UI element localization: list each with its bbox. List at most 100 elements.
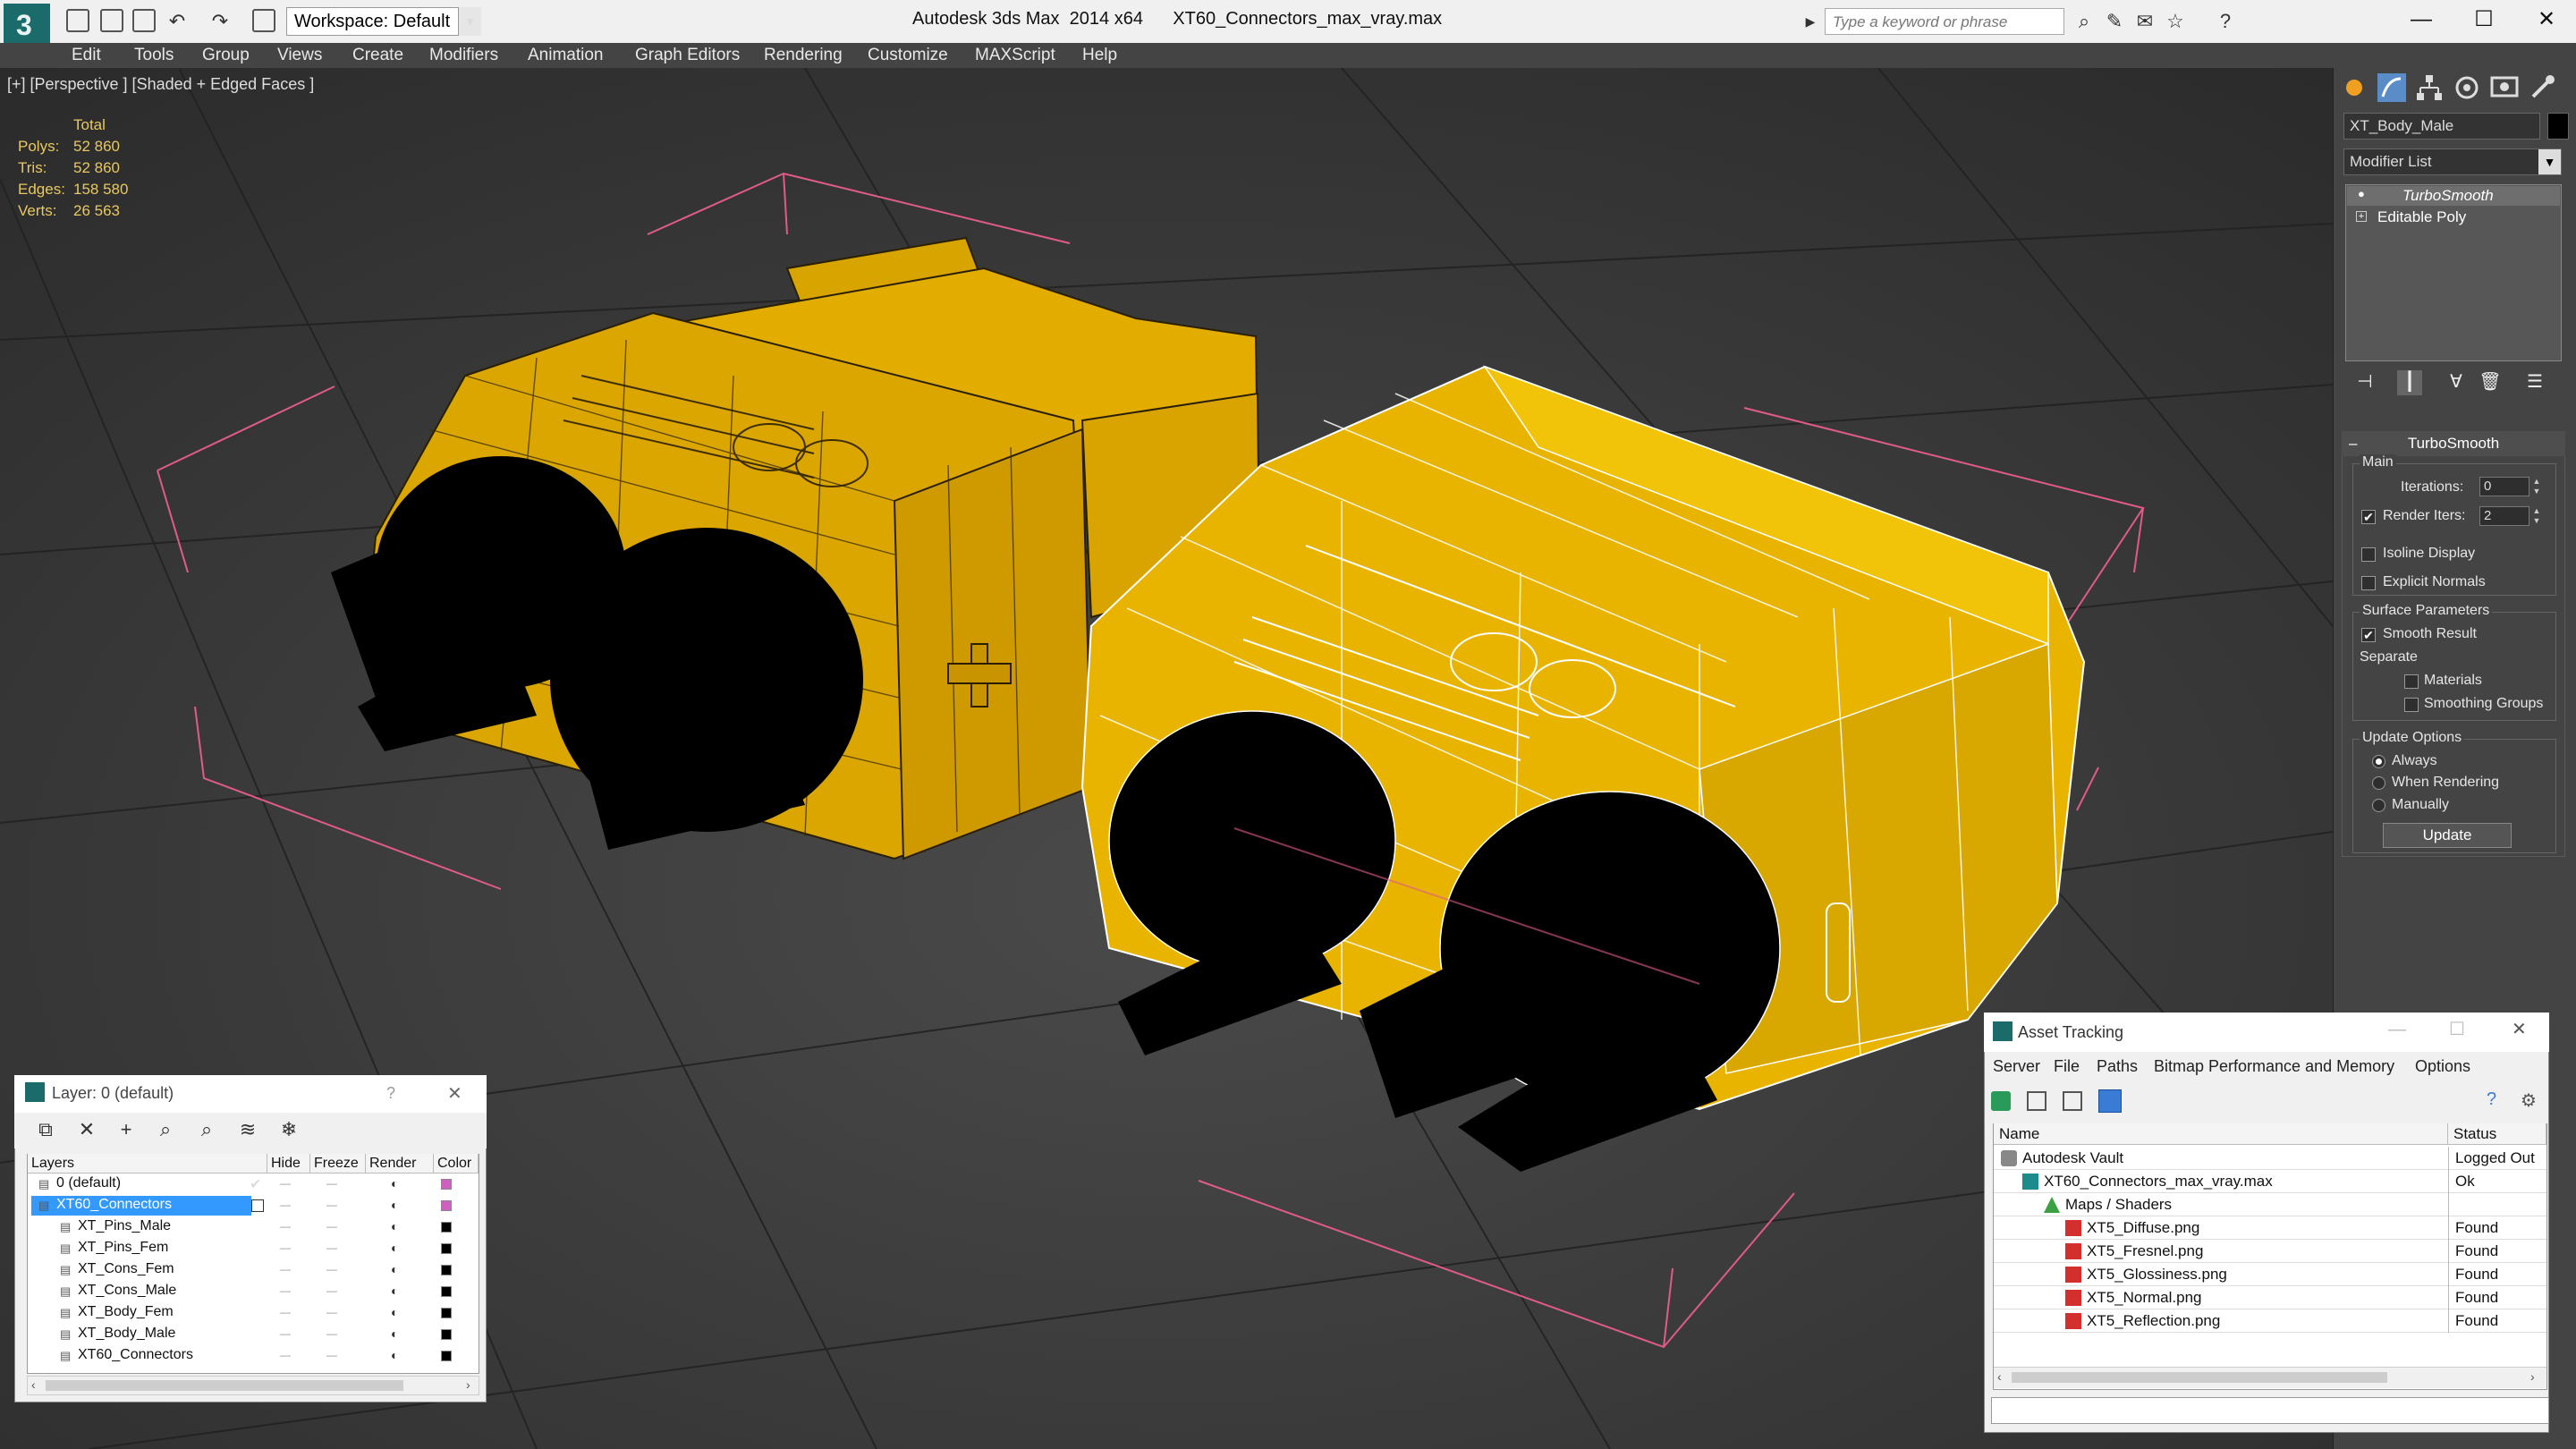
- freeze-all-icon[interactable]: ❄: [277, 1118, 301, 1141]
- menu-rendering[interactable]: Rendering: [764, 43, 843, 68]
- layer-row[interactable]: ▤ XT_Pins_Fem — — ◐: [28, 1238, 479, 1259]
- close-icon[interactable]: ✕: [447, 1082, 462, 1105]
- explicit-normals-checkbox[interactable]: [2361, 576, 2376, 590]
- layer-row[interactable]: ▤ XT60_Connectors — — ◐: [28, 1345, 479, 1367]
- layer-color-swatch[interactable]: [441, 1179, 452, 1190]
- select-objects-icon[interactable]: ⌕: [154, 1118, 177, 1141]
- freeze-toggle[interactable]: —: [326, 1177, 337, 1190]
- always-radio[interactable]: [2372, 755, 2385, 768]
- menu-customize[interactable]: Customize: [868, 43, 948, 68]
- layer-color-swatch[interactable]: [441, 1308, 452, 1318]
- motion-tab-icon[interactable]: [2451, 72, 2483, 104]
- workspace-dropdown[interactable]: Workspace: Default: [286, 7, 481, 36]
- utilities-tab-icon[interactable]: [2526, 72, 2558, 104]
- freeze-toggle[interactable]: —: [326, 1199, 337, 1211]
- smoothing-groups-checkbox[interactable]: [2404, 698, 2419, 712]
- layer-color-swatch[interactable]: [441, 1351, 452, 1361]
- configure-modifier-sets-icon[interactable]: ☰: [2522, 370, 2547, 395]
- render-teapot-icon[interactable]: ◐: [391, 1326, 398, 1341]
- settings-icon[interactable]: ⚙: [2521, 1089, 2537, 1112]
- render-teapot-icon[interactable]: ◐: [391, 1176, 398, 1191]
- menu-help[interactable]: Help: [1082, 43, 1117, 68]
- minimize-button[interactable]: —: [2390, 2, 2453, 38]
- expand-icon[interactable]: +: [2356, 211, 2367, 222]
- communication-icon[interactable]: ✉: [2132, 9, 2157, 34]
- chevron-down-icon[interactable]: ▼: [2538, 149, 2561, 174]
- render-teapot-icon[interactable]: ◐: [391, 1284, 398, 1298]
- menu-modifiers[interactable]: Modifiers: [429, 43, 498, 68]
- manually-radio[interactable]: [2372, 799, 2385, 812]
- hide-toggle[interactable]: —: [280, 1263, 291, 1275]
- menu-maxscript[interactable]: MAXScript: [975, 43, 1055, 68]
- menu-animation[interactable]: Animation: [528, 43, 604, 68]
- asset-menu-bitmap-performance[interactable]: Bitmap Performance and Memory: [2154, 1057, 2394, 1076]
- undo-icon[interactable]: ↶: [165, 9, 190, 34]
- help-icon[interactable]: ?: [386, 1084, 395, 1103]
- asset-row[interactable]: XT60_Connectors_max_vray.max Ok: [1994, 1170, 2546, 1193]
- asset-row[interactable]: XT5_Diffuse.png Found: [1994, 1216, 2546, 1240]
- hide-toggle[interactable]: —: [280, 1220, 291, 1233]
- refresh-icon[interactable]: [1991, 1091, 2011, 1111]
- column-header-freeze[interactable]: Freeze: [310, 1154, 366, 1174]
- modifier-list-dropdown[interactable]: Modifier List: [2343, 148, 2562, 175]
- render-teapot-icon[interactable]: ◐: [391, 1219, 398, 1233]
- smooth-result-checkbox[interactable]: ✔: [2361, 628, 2376, 642]
- delete-layer-icon[interactable]: ✕: [75, 1118, 98, 1141]
- asset-menu-file[interactable]: File: [2054, 1057, 2080, 1076]
- layer-color-swatch[interactable]: [441, 1265, 452, 1275]
- hide-toggle[interactable]: —: [280, 1177, 291, 1190]
- modify-tab-icon[interactable]: [2376, 72, 2408, 104]
- maximize-icon[interactable]: ☐: [2449, 1018, 2465, 1040]
- layer-color-swatch[interactable]: [441, 1243, 452, 1254]
- object-color-swatch[interactable]: [2547, 113, 2569, 140]
- lightbulb-icon[interactable]: ●: [2358, 187, 2365, 200]
- render-teapot-icon[interactable]: ◐: [391, 1305, 398, 1319]
- chevron-down-icon[interactable]: ▼: [458, 7, 481, 36]
- search-expand-icon[interactable]: ▶: [1798, 9, 1823, 34]
- layer-row[interactable]: ▤ XT_Pins_Male — — ◐: [28, 1216, 479, 1238]
- freeze-toggle[interactable]: —: [326, 1349, 337, 1361]
- asset-row[interactable]: XT5_Normal.png Found: [1994, 1286, 2546, 1309]
- menu-group[interactable]: Group: [202, 43, 250, 68]
- add-to-layer-icon[interactable]: +: [114, 1118, 138, 1141]
- close-icon[interactable]: ✕: [2512, 1018, 2527, 1040]
- when-rendering-radio[interactable]: [2372, 776, 2385, 790]
- layer-color-swatch[interactable]: [441, 1222, 452, 1233]
- menu-graph-editors[interactable]: Graph Editors: [635, 43, 740, 68]
- column-header-color[interactable]: Color: [434, 1154, 479, 1174]
- asset-row[interactable]: Autodesk Vault Logged Out: [1994, 1147, 2546, 1170]
- help-icon[interactable]: ?: [2213, 9, 2238, 34]
- asset-menu-paths[interactable]: Paths: [2097, 1057, 2138, 1076]
- layer-row[interactable]: ▤ 0 (default) ✔ — — ◐: [28, 1174, 479, 1195]
- render-iters-spinner[interactable]: 2: [2479, 506, 2529, 526]
- column-header-hide[interactable]: Hide: [267, 1154, 310, 1174]
- viewport-label[interactable]: [+] [Perspective ] [Shaded + Edged Faces…: [7, 75, 314, 94]
- save-file-icon[interactable]: [132, 9, 156, 32]
- show-end-result-icon[interactable]: ┃: [2397, 370, 2422, 395]
- layer-row[interactable]: ▤ XT_Body_Male — — ◐: [28, 1324, 479, 1345]
- asset-menu-options[interactable]: Options: [2415, 1057, 2470, 1076]
- make-unique-icon[interactable]: ∀: [2444, 370, 2469, 395]
- freeze-toggle[interactable]: —: [326, 1306, 337, 1318]
- object-name-field[interactable]: XT_Body_Male: [2343, 113, 2540, 140]
- horizontal-scrollbar[interactable]: ‹ ›: [27, 1376, 479, 1395]
- asset-row[interactable]: Maps / Shaders: [1994, 1193, 2546, 1216]
- layer-row[interactable]: ▤ XT_Cons_Male — — ◐: [28, 1281, 479, 1302]
- layer-row[interactable]: ▤ XT_Cons_Fem — — ◐: [28, 1259, 479, 1281]
- asset-row[interactable]: XT5_Reflection.png Found: [1994, 1309, 2546, 1333]
- column-header-status[interactable]: Status: [2448, 1123, 2546, 1145]
- column-header-name[interactable]: Name: [1994, 1123, 2448, 1145]
- hide-toggle[interactable]: —: [280, 1199, 291, 1211]
- stack-item-turbosmooth[interactable]: ● TurboSmooth: [2347, 186, 2560, 206]
- render-iters-checkbox[interactable]: ✔: [2361, 510, 2376, 524]
- project-folder-icon[interactable]: [252, 9, 275, 32]
- binoculars-icon[interactable]: ⌕: [2072, 9, 2097, 34]
- help-icon[interactable]: ?: [2487, 1089, 2496, 1110]
- create-layer-icon[interactable]: ⧉: [34, 1118, 57, 1141]
- hide-toggle[interactable]: —: [280, 1327, 291, 1340]
- open-file-icon[interactable]: [100, 9, 123, 32]
- maximize-button[interactable]: ☐: [2453, 2, 2515, 38]
- render-teapot-icon[interactable]: ◐: [391, 1198, 398, 1212]
- current-layer-check-icon[interactable]: ✔: [250, 1175, 261, 1193]
- layer-color-swatch[interactable]: [441, 1200, 452, 1211]
